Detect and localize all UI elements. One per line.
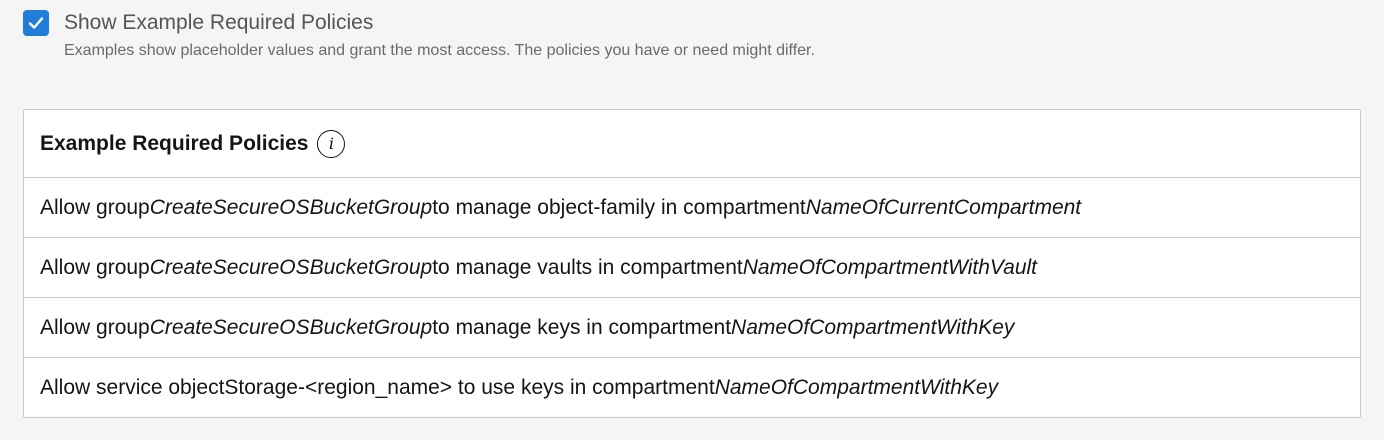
policies-table-title: Example Required Policies [40,131,309,155]
policy-row: Allow group CreateSecureOSBucketGroup to… [24,178,1360,238]
policy-group-name: CreateSecureOSBucketGroup [149,315,433,339]
policy-text: Allow group [40,255,150,279]
policy-compartment-name: NameOfCompartmentWithKey [731,315,1015,339]
toggle-help-text: Examples show placeholder values and gra… [64,42,815,59]
info-icon[interactable]: i [317,129,346,158]
policy-text: Allow service objectStorage-<region_name… [40,375,715,399]
policy-compartment-name: NameOfCurrentCompartment [805,195,1082,219]
policies-table: Example Required Policies i Allow group … [23,109,1361,418]
policy-compartment-name: NameOfCompartmentWithKey [714,375,999,399]
show-example-policies-toggle[interactable]: Show Example Required Policies Examples … [23,10,815,61]
policy-group-name: CreateSecureOSBucketGroup [149,255,433,279]
checkmark-icon [28,17,44,29]
policy-text: to manage object-family in compartment [432,195,806,219]
policy-text: Allow group [40,315,150,339]
policies-panel: Show Example Required Policies Examples … [0,0,1384,440]
policy-group-name: CreateSecureOSBucketGroup [149,195,433,219]
policy-text: to manage vaults in compartment [432,255,743,279]
policy-row: Allow group CreateSecureOSBucketGroup to… [24,238,1360,298]
policy-text: Allow group [40,195,150,219]
policy-compartment-name: NameOfCompartmentWithVault [742,255,1038,279]
policies-table-header: Example Required Policies i [24,110,1360,178]
show-example-policies-checkbox[interactable] [23,10,49,36]
toggle-text: Show Example Required Policies Examples … [64,10,815,61]
policy-row: Allow group CreateSecureOSBucketGroup to… [24,298,1360,358]
policy-row: Allow service objectStorage-<region_name… [24,358,1360,417]
policy-text: to manage keys in compartment [432,315,732,339]
toggle-label[interactable]: Show Example Required Policies [64,10,815,36]
